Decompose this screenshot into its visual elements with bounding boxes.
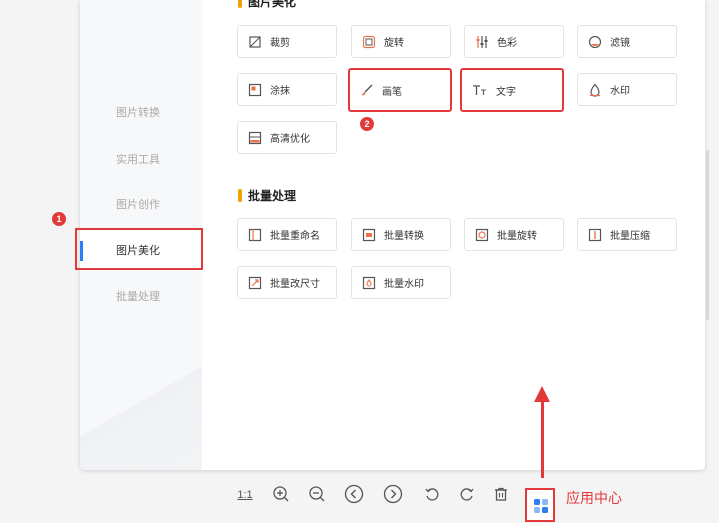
app-center-button[interactable] <box>525 488 555 522</box>
batch-compress-icon <box>588 228 602 242</box>
tool-filter[interactable]: 滤镜 <box>577 25 677 58</box>
sidebar-item-image-convert[interactable]: 图片转换 <box>80 93 202 133</box>
panel-scrollbar[interactable] <box>706 150 709 320</box>
tool-label: 涂抹 <box>270 86 290 97</box>
sidebar-decoration <box>80 350 202 470</box>
tool-label: 文字 <box>496 86 516 98</box>
previous-button[interactable] <box>343 484 365 506</box>
actual-size-label: 1:1 <box>237 489 253 501</box>
tool-batch-compress[interactable]: 批量压缩 <box>577 218 677 251</box>
tool-label: 批量改尺寸 <box>270 279 320 290</box>
tool-watermark[interactable]: 水印 <box>577 73 677 106</box>
tool-color[interactable]: 色彩 <box>464 25 564 58</box>
tool-crop[interactable]: 裁剪 <box>237 25 337 58</box>
step-badge-2: 2 <box>360 117 374 131</box>
step-badge-1: 1 <box>52 212 66 226</box>
annotation-arrow-line <box>541 392 544 478</box>
tool-label: 批量压缩 <box>610 231 650 242</box>
tool-label: 色彩 <box>497 38 517 49</box>
color-adjust-icon <box>475 35 489 49</box>
tool-smudge[interactable]: 涂抹 <box>237 73 337 106</box>
tool-batch-convert[interactable]: 批量转换 <box>351 218 451 251</box>
crop-icon <box>248 35 262 49</box>
app-grid-icon <box>534 499 548 516</box>
actual-size-button[interactable]: 1:1 <box>234 484 256 506</box>
rotate-right-button[interactable] <box>456 484 478 506</box>
tool-batch-rename[interactable]: 批量重命名 <box>237 218 337 251</box>
tool-rotate[interactable]: 旋转 <box>351 25 451 58</box>
text-icon <box>472 83 488 97</box>
smudge-icon <box>248 83 262 97</box>
zoom-out-button[interactable] <box>306 484 328 506</box>
tool-brush[interactable]: 画笔 <box>348 68 452 112</box>
section-title-batch: 批量处理 <box>238 187 296 204</box>
rotate-right-icon <box>459 486 475 505</box>
rotate-left-icon <box>424 486 440 505</box>
batch-watermark-icon <box>362 276 376 290</box>
tool-label: 高清优化 <box>270 134 310 145</box>
section-title-text: 图片美化 <box>248 0 297 9</box>
zoom-in-icon <box>272 485 290 506</box>
section-title-beautify: 图片美化 <box>238 0 296 10</box>
category-sidebar: 图片转换 实用工具 图片创作 图片美化 批量处理 <box>80 0 202 470</box>
tool-label: 旋转 <box>384 38 404 49</box>
section-title-text: 批量处理 <box>248 189 297 203</box>
batch-rename-icon <box>248 228 262 242</box>
next-icon <box>383 484 403 507</box>
zoom-in-button[interactable] <box>270 484 292 506</box>
brush-icon <box>360 83 374 97</box>
next-button[interactable] <box>382 484 404 506</box>
tool-panel: 图片转换 实用工具 图片创作 图片美化 批量处理 图片美化 裁剪 旋转 色彩 滤… <box>80 0 705 470</box>
tool-label: 裁剪 <box>270 38 290 49</box>
rotate-icon <box>362 35 376 49</box>
sidebar-item-image-create[interactable]: 图片创作 <box>80 185 202 225</box>
sidebar-item-batch-process[interactable]: 批量处理 <box>80 277 202 317</box>
zoom-out-icon <box>308 485 326 506</box>
tool-batch-watermark[interactable]: 批量水印 <box>351 266 451 299</box>
tool-label: 批量重命名 <box>270 231 320 242</box>
tool-batch-rotate[interactable]: 批量旋转 <box>464 218 564 251</box>
sidebar-item-image-beautify[interactable]: 图片美化 <box>80 231 202 271</box>
tool-label: 画笔 <box>382 86 402 98</box>
trash-icon <box>493 486 509 505</box>
tool-text[interactable]: 文字 <box>460 68 564 112</box>
tool-label: 批量转换 <box>384 231 424 242</box>
hd-enhance-icon <box>248 131 262 145</box>
section-marker <box>238 0 242 8</box>
tool-label: 批量水印 <box>384 279 424 290</box>
rotate-left-button[interactable] <box>421 484 443 506</box>
batch-resize-icon <box>248 276 262 290</box>
sidebar-item-utilities[interactable]: 实用工具 <box>80 140 202 180</box>
section-marker <box>238 189 242 202</box>
tool-label: 水印 <box>610 86 630 97</box>
tool-batch-resize[interactable]: 批量改尺寸 <box>237 266 337 299</box>
tool-label: 批量旋转 <box>497 231 537 242</box>
previous-icon <box>344 484 364 507</box>
delete-button[interactable] <box>490 484 512 506</box>
filter-icon <box>588 35 602 49</box>
tool-label: 滤镜 <box>610 38 630 49</box>
tool-hd-enhance[interactable]: 高清优化 <box>237 121 337 154</box>
batch-rotate-icon <box>475 228 489 242</box>
app-center-annotation: 应用中心 <box>566 490 622 506</box>
watermark-icon <box>588 83 602 97</box>
batch-convert-icon <box>362 228 376 242</box>
